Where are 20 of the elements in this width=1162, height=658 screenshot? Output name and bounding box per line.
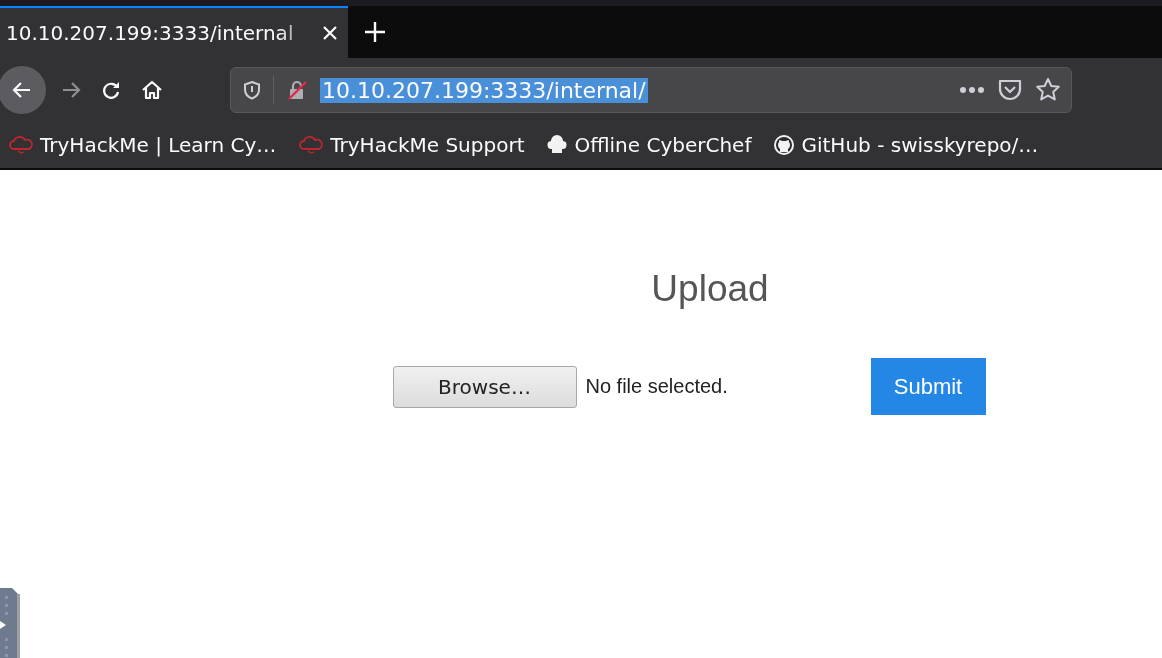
insecure-lock-icon[interactable] bbox=[286, 79, 308, 101]
file-status-text: No file selected. bbox=[585, 375, 729, 398]
close-icon[interactable] bbox=[322, 25, 338, 41]
browse-button[interactable]: Browse… bbox=[392, 365, 577, 408]
new-tab-icon[interactable] bbox=[364, 21, 386, 43]
shield-icon[interactable] bbox=[243, 80, 261, 100]
side-panel-handle[interactable] bbox=[0, 588, 20, 658]
submit-button[interactable]: Submit bbox=[870, 358, 986, 415]
star-icon[interactable] bbox=[1035, 77, 1061, 103]
url-text: 10.10.207.199:3333/internal/ bbox=[320, 77, 648, 103]
cloud-icon bbox=[8, 135, 34, 155]
github-icon bbox=[773, 134, 796, 156]
home-icon[interactable] bbox=[140, 79, 164, 101]
pocket-icon[interactable] bbox=[997, 78, 1023, 102]
more-icon[interactable] bbox=[959, 86, 985, 94]
browser-tab[interactable]: 10.10.207.199:3333/internal bbox=[0, 6, 348, 58]
chef-hat-icon bbox=[546, 135, 569, 155]
cloud-icon bbox=[298, 135, 325, 155]
back-button[interactable] bbox=[0, 66, 46, 114]
page-heading: Upload bbox=[651, 268, 769, 310]
